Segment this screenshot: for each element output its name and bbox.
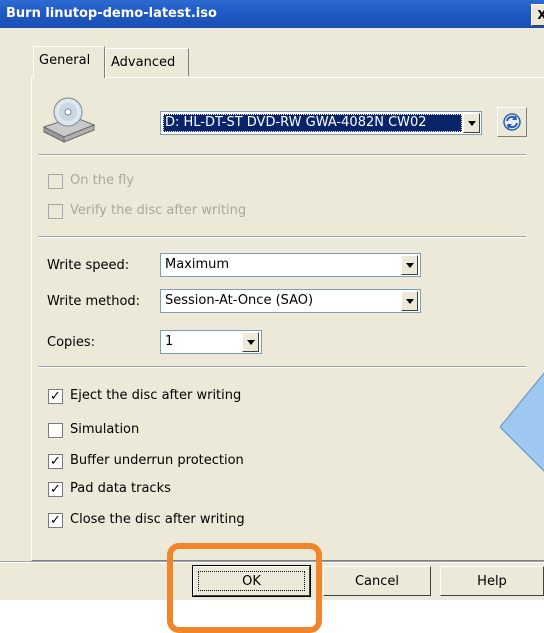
ok-highlight-annotation bbox=[167, 543, 322, 633]
separator bbox=[38, 236, 526, 238]
copies-select[interactable]: 1 bbox=[160, 330, 262, 354]
verify-disc-checkbox[interactable]: Verify the disc after writing bbox=[48, 201, 348, 223]
write-speed-select[interactable]: Maximum bbox=[160, 253, 421, 277]
write-method-select[interactable]: Session-At-Once (SAO) bbox=[160, 289, 421, 313]
cancel-button[interactable]: Cancel bbox=[323, 566, 431, 596]
write-speed-label: Write speed: bbox=[47, 258, 130, 273]
write-method-dropdown-arrow[interactable] bbox=[401, 291, 418, 311]
checkbox-label: Buffer underrun protection bbox=[70, 453, 244, 468]
copies-label: Copies: bbox=[47, 335, 96, 350]
checkbox-label: Close the disc after writing bbox=[70, 512, 245, 527]
checkbox-box: ✓ bbox=[48, 389, 63, 404]
checkbox-box bbox=[48, 204, 63, 219]
write-method-label: Write method: bbox=[47, 294, 141, 309]
separator bbox=[38, 154, 526, 156]
checkbox-box bbox=[48, 423, 63, 438]
refresh-icon bbox=[503, 113, 521, 131]
copies-dropdown-arrow[interactable] bbox=[242, 332, 259, 352]
blue-diamond-shape bbox=[500, 372, 544, 472]
close-disc-checkbox[interactable]: ✓ Close the disc after writing bbox=[48, 510, 348, 532]
checkbox-label: Simulation bbox=[70, 422, 140, 437]
drive-dropdown-arrow[interactable] bbox=[463, 113, 480, 133]
on-the-fly-checkbox[interactable]: On the fly bbox=[48, 171, 348, 193]
buffer-underrun-checkbox[interactable]: ✓ Buffer underrun protection bbox=[48, 451, 348, 473]
tab-advanced[interactable]: Advanced bbox=[105, 48, 189, 76]
checkbox-box: ✓ bbox=[48, 513, 63, 528]
drive-selected-value: D: HL-DT-ST DVD-RW GWA-4082N CW02 bbox=[163, 114, 462, 132]
checkbox-label: On the fly bbox=[70, 173, 134, 188]
separator bbox=[38, 366, 526, 368]
pad-data-tracks-checkbox[interactable]: ✓ Pad data tracks bbox=[48, 479, 348, 501]
title-bar: Burn linutop-demo-latest.iso bbox=[0, 0, 544, 28]
checkbox-box: ✓ bbox=[48, 454, 63, 469]
cd-drive-icon bbox=[42, 97, 96, 143]
help-button[interactable]: Help bbox=[440, 566, 544, 596]
simulation-checkbox[interactable]: Simulation bbox=[48, 420, 348, 442]
write-method-value: Session-At-Once (SAO) bbox=[165, 293, 314, 308]
refresh-button[interactable] bbox=[497, 107, 527, 137]
checkbox-box: ✓ bbox=[48, 482, 63, 497]
checkbox-label: Pad data tracks bbox=[70, 481, 171, 496]
tab-general[interactable]: General bbox=[33, 46, 105, 78]
write-speed-dropdown-arrow[interactable] bbox=[401, 255, 418, 275]
drive-select[interactable]: D: HL-DT-ST DVD-RW GWA-4082N CW02 bbox=[160, 111, 482, 135]
close-button[interactable]: X bbox=[531, 4, 544, 26]
checkbox-label: Verify the disc after writing bbox=[70, 203, 247, 218]
copies-value: 1 bbox=[165, 334, 174, 349]
checkbox-box bbox=[48, 174, 63, 189]
write-speed-value: Maximum bbox=[165, 257, 230, 272]
checkbox-label: Eject the disc after writing bbox=[70, 388, 242, 403]
window-title: Burn linutop-demo-latest.iso bbox=[6, 6, 217, 21]
eject-disc-checkbox[interactable]: ✓ Eject the disc after writing bbox=[48, 386, 348, 408]
